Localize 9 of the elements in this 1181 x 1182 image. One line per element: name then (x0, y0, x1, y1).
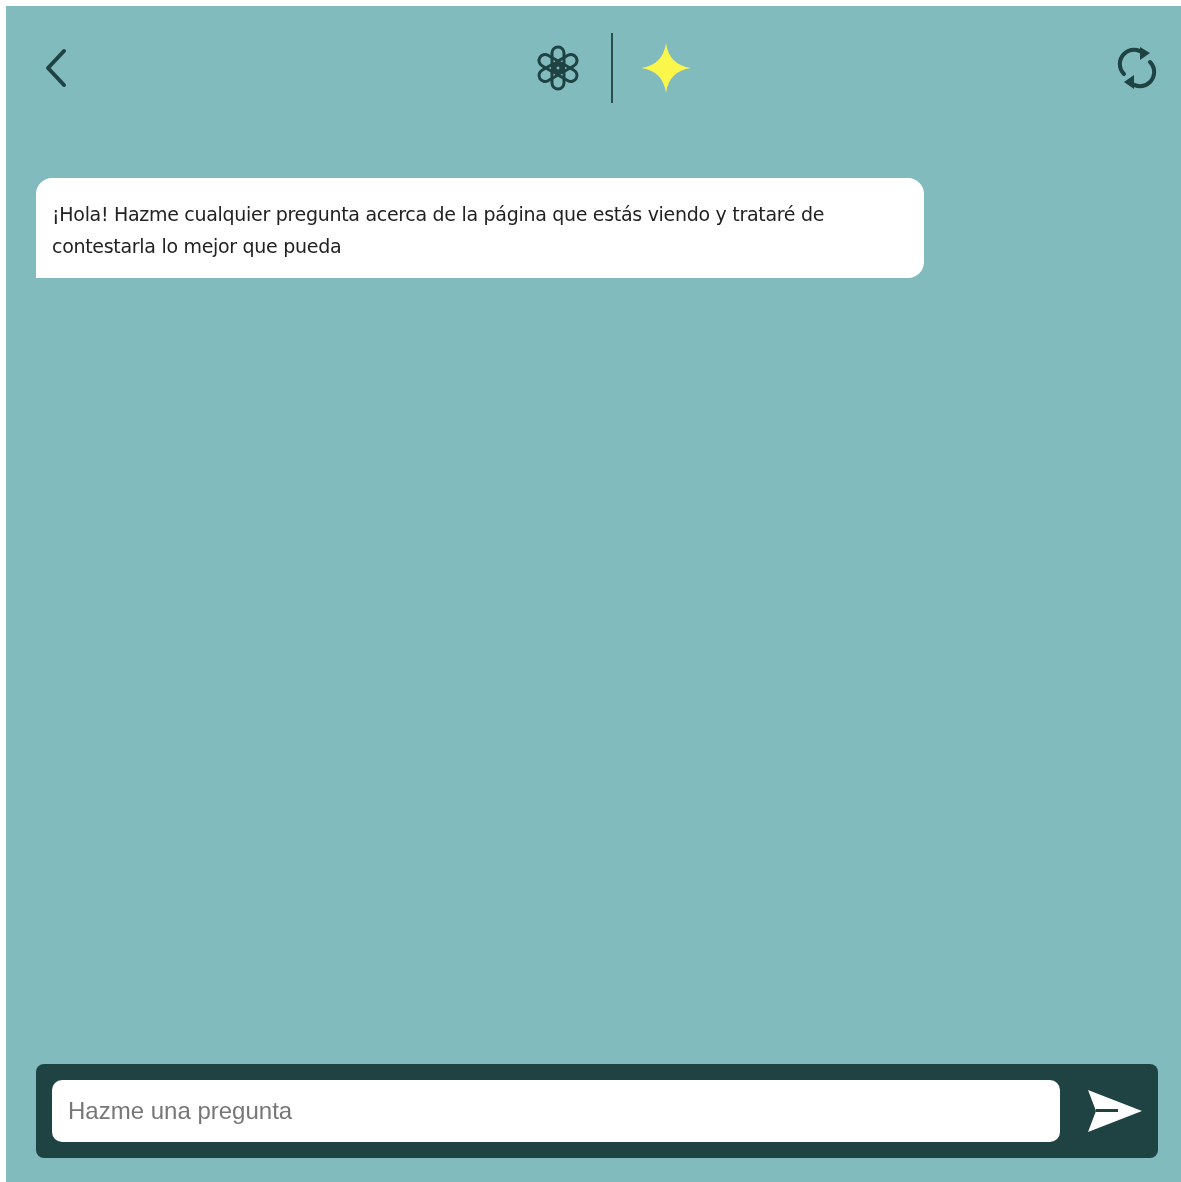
send-icon (1086, 1088, 1142, 1134)
chat-message: ¡Hola! Hazme cualquier pregunta acerca de la página que estás viendo y trataré de contestarla lo mejor que pueda (36, 178, 924, 278)
refresh-icon (1116, 44, 1158, 92)
sparkle-icon (641, 43, 691, 93)
back-button[interactable] (44, 48, 68, 88)
refresh-button[interactable] (1116, 44, 1158, 92)
send-button[interactable] (1086, 1088, 1142, 1134)
question-field[interactable]: Hazme una pregunta (52, 1080, 1060, 1142)
back-icon (44, 48, 68, 88)
